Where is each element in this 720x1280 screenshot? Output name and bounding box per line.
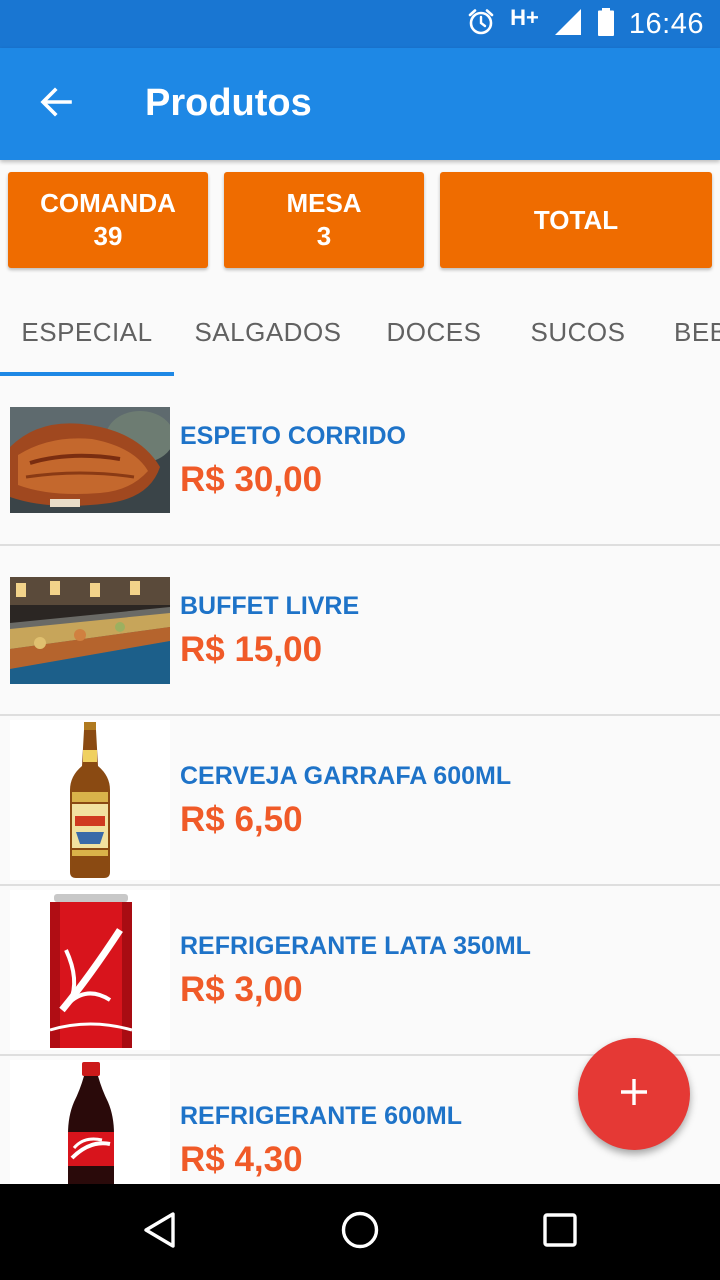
comanda-button[interactable]: COMANDA 39 bbox=[8, 172, 208, 268]
plus-icon bbox=[618, 1076, 650, 1113]
product-item-buffet-livre[interactable]: BUFFET LIVRE R$ 15,00 bbox=[0, 546, 720, 716]
total-button[interactable]: TOTAL bbox=[440, 172, 712, 268]
product-name: ESPETO CORRIDO bbox=[180, 422, 406, 450]
tab-especial[interactable]: ESPECIAL bbox=[0, 292, 174, 372]
product-name: REFRIGERANTE 600ML bbox=[180, 1102, 462, 1130]
tab-salgados[interactable]: SALGADOS bbox=[180, 292, 356, 372]
mesa-label: MESA bbox=[286, 188, 362, 218]
system-nav-bar bbox=[0, 1184, 720, 1280]
tab-doces[interactable]: DOCES bbox=[370, 292, 498, 372]
status-time: 16:46 bbox=[628, 7, 704, 40]
product-price: R$ 4,30 bbox=[180, 1140, 303, 1179]
status-bar: H+ 16:46 bbox=[0, 0, 720, 48]
product-price: R$ 30,00 bbox=[180, 460, 323, 499]
product-price: R$ 15,00 bbox=[180, 630, 323, 669]
product-item-cerveja-garrafa[interactable]: CERVEJA GARRAFA 600ML R$ 6,50 bbox=[0, 716, 720, 886]
arrow-left-icon bbox=[38, 84, 74, 125]
total-label: TOTAL bbox=[533, 204, 619, 235]
tab-bebidas[interactable]: BEB bbox=[674, 292, 720, 372]
mesa-value: 3 bbox=[316, 221, 332, 251]
product-image-buffet-counter bbox=[10, 577, 170, 684]
product-price: R$ 3,00 bbox=[180, 970, 303, 1009]
network-type: H+ bbox=[510, 5, 539, 30]
comanda-value: 39 bbox=[93, 221, 123, 251]
product-image-grilled-meat bbox=[10, 407, 170, 513]
tab-sucos[interactable]: SUCOS bbox=[516, 292, 640, 372]
add-product-fab[interactable] bbox=[578, 1038, 690, 1150]
product-image-soda-can bbox=[10, 890, 170, 1050]
back-button[interactable] bbox=[24, 76, 88, 132]
product-image-beer-bottle bbox=[10, 720, 170, 880]
product-image-soda-bottle bbox=[10, 1060, 170, 1184]
status-icons: H+ 16:46 bbox=[466, 0, 704, 48]
back-triangle-icon bbox=[140, 1210, 180, 1255]
alarm-icon bbox=[466, 7, 496, 42]
product-name: BUFFET LIVRE bbox=[180, 592, 360, 620]
category-tabs: ESPECIAL SALGADOS DOCES SUCOS BEB bbox=[0, 292, 720, 376]
home-circle-icon bbox=[340, 1210, 380, 1255]
product-item-refrigerante-lata[interactable]: REFRIGERANTE LATA 350ML R$ 3,00 bbox=[0, 886, 720, 1056]
product-name: CERVEJA GARRAFA 600ML bbox=[180, 762, 512, 790]
app-bar: Produtos bbox=[0, 48, 720, 160]
page-title: Produtos bbox=[145, 82, 312, 124]
product-item-espeto-corrido[interactable]: ESPETO CORRIDO R$ 30,00 bbox=[0, 376, 720, 546]
nav-home-button[interactable] bbox=[320, 1204, 400, 1260]
products-screen: H+ 16:46 Produtos COMANDA 39 MESA 3 TOTA… bbox=[0, 0, 720, 1280]
battery-icon bbox=[597, 7, 615, 42]
nav-back-button[interactable] bbox=[120, 1204, 200, 1260]
comanda-label: COMANDA bbox=[40, 188, 176, 218]
nav-recents-button[interactable] bbox=[520, 1204, 600, 1260]
product-price: R$ 6,50 bbox=[180, 800, 303, 839]
mesa-button[interactable]: MESA 3 bbox=[224, 172, 424, 268]
product-name: REFRIGERANTE LATA 350ML bbox=[180, 932, 531, 960]
recents-square-icon bbox=[540, 1210, 580, 1255]
signal-icon bbox=[553, 7, 583, 42]
